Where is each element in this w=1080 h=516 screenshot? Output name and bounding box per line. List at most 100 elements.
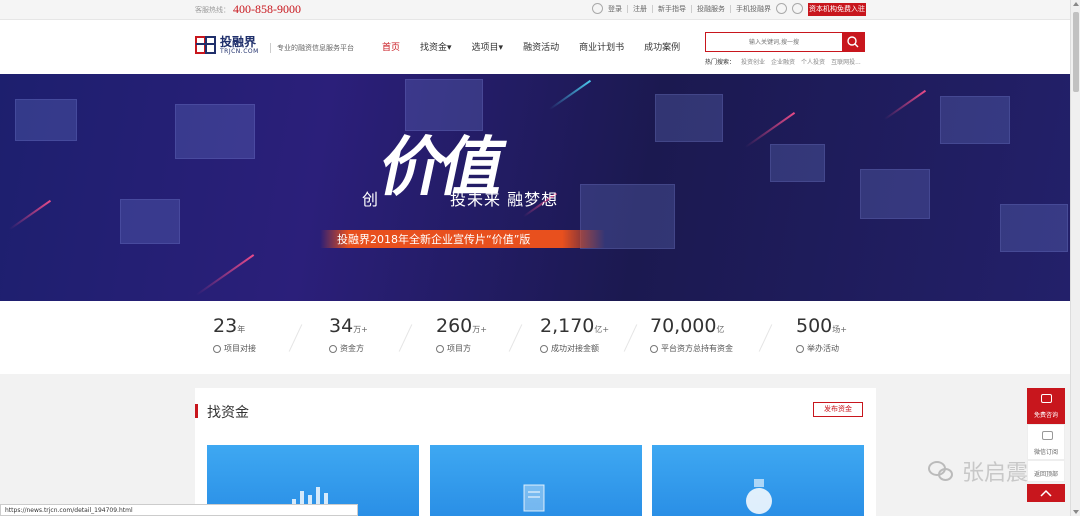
stat-label: 平台资方总持有资金	[661, 344, 733, 353]
video-thumbnail	[655, 94, 723, 142]
stat-icon	[436, 344, 444, 353]
fund-card[interactable]	[652, 445, 864, 516]
top-bar: 客服热线： 400-858-9000 登录 注册 新手指导 投融服务 手机投融界…	[0, 0, 1080, 20]
stat-number: 70,000	[650, 315, 717, 337]
video-thumbnail	[1000, 204, 1068, 252]
back-to-top-button[interactable]	[1027, 484, 1065, 502]
logo-mark-icon	[195, 36, 216, 54]
stat-icon	[650, 344, 658, 353]
light-streak	[744, 111, 796, 149]
watermark-text: 张启震	[962, 461, 1029, 486]
mobile-link[interactable]: 手机投融界	[736, 4, 771, 14]
search-input[interactable]	[706, 33, 842, 51]
stat-number: 23	[213, 315, 238, 337]
stat-item: 70,000亿 平台资方总持有资金	[650, 315, 770, 354]
stat-icon	[213, 344, 221, 353]
guide-link[interactable]: 新手指导	[658, 4, 686, 14]
stat-label: 成功对接金额	[551, 344, 599, 353]
stat-unit: 万+	[353, 325, 368, 334]
flag-icon	[796, 344, 804, 353]
side-float-panel: 免费咨询 微信订阅 返回顶部	[1027, 388, 1065, 502]
stat-label: 举办活动	[807, 344, 839, 353]
video-thumbnail	[120, 199, 180, 244]
service-link[interactable]: 投融服务	[697, 4, 725, 14]
wechat-logo-icon	[928, 459, 956, 483]
scroll-up-icon[interactable]	[1073, 2, 1079, 6]
scrollbar-thumb[interactable]	[1073, 12, 1079, 92]
stat-item: 260万+ 项目方	[436, 315, 556, 354]
stat-unit: 亿+	[594, 325, 610, 334]
chevron-up-icon	[1040, 489, 1052, 497]
stat-icon	[329, 344, 337, 353]
nav-find-funds[interactable]: 找资金▾	[420, 40, 452, 53]
back-top-label: 返回顶部	[1033, 471, 1058, 478]
nav-business-plan[interactable]: 商业计划书	[579, 40, 624, 53]
video-thumbnail	[940, 96, 1010, 144]
hot-label: 热门搜索：	[705, 59, 736, 66]
divider	[627, 4, 628, 13]
wechat-icon[interactable]	[792, 3, 803, 14]
publish-funds-button[interactable]: 发布资金	[813, 402, 863, 417]
stat-item: 23年 项目对接	[213, 315, 333, 354]
light-streak	[195, 254, 255, 296]
light-streak	[8, 199, 52, 231]
stat-unit: 万+	[472, 325, 487, 334]
vertical-scrollbar[interactable]	[1070, 0, 1080, 516]
hot-item[interactable]: 互联网投...	[831, 57, 861, 66]
video-thumbnail	[860, 169, 930, 219]
light-streak	[883, 89, 927, 121]
banner-ribbon-text: 投融界2018年全新企业宣传片“价值”版	[337, 233, 531, 246]
stat-label: 项目方	[447, 344, 471, 353]
stats-bar: 23年 项目对接 34万+ 资金方 260万+ 项目方 2,170亿+ 成功对接…	[0, 301, 1070, 374]
register-link[interactable]: 注册	[633, 4, 647, 14]
money-bag-icon	[746, 479, 772, 514]
back-top-label-box[interactable]: 返回顶部	[1027, 460, 1065, 482]
search-icon	[847, 36, 859, 48]
hot-item[interactable]: 投资创业	[741, 57, 765, 66]
free-consult-button[interactable]: 免费咨询	[1027, 388, 1065, 424]
main-nav: 首页 找资金▾ 选项目▾ 融资活动 商业计划书 成功案例	[382, 40, 700, 53]
nav-success-cases[interactable]: 成功案例	[644, 40, 680, 53]
logo-name: 投融界	[220, 34, 257, 49]
wechat-icon	[1042, 431, 1053, 440]
logo-domain: TRJCN.COM	[220, 47, 259, 55]
hot-item[interactable]: 个人投资	[801, 57, 825, 66]
stat-number: 260	[436, 315, 473, 337]
stat-number: 34	[329, 315, 354, 337]
fund-card[interactable]	[430, 445, 642, 516]
search-box	[705, 32, 865, 52]
light-streak	[548, 79, 592, 111]
section-title: 找资金	[207, 405, 249, 421]
nav-home[interactable]: 首页	[382, 40, 400, 53]
video-thumbnail	[175, 104, 255, 159]
stat-unit: 场+	[832, 325, 847, 334]
tagline: 专业的融资信息服务平台	[270, 43, 354, 53]
hotline-number[interactable]: 400-858-9000	[233, 2, 301, 17]
watermark: 张启震	[928, 455, 1028, 487]
banner-slogan: 投未来 融梦想	[450, 190, 559, 209]
section-accent	[195, 404, 198, 418]
nav-select-projects[interactable]: 选项目▾	[472, 40, 504, 53]
wechat-subscribe-button[interactable]: 微信订阅	[1027, 424, 1065, 460]
video-thumbnail	[15, 99, 77, 141]
stat-item: 34万+ 资金方	[329, 315, 449, 354]
search-button[interactable]	[842, 33, 864, 51]
hero-banner[interactable]: 创 价值 投未来 融梦想 投融界2018年全新企业宣传片“价值”版	[0, 74, 1070, 301]
scroll-down-icon[interactable]	[1073, 510, 1079, 514]
hot-searches: 热门搜索： 投资创业 企业融资 个人投资 互联网投...	[705, 57, 861, 66]
stat-icon	[540, 344, 548, 353]
weibo-icon[interactable]	[776, 3, 787, 14]
find-funds-section: 找资金 发布资金	[195, 388, 876, 516]
institution-enter-button[interactable]: 资本机构免费入驻	[808, 3, 866, 16]
wechat-subscribe-label: 微信订阅	[1033, 449, 1058, 456]
hot-item[interactable]: 企业融资	[771, 57, 795, 66]
logo[interactable]: 投融界 TRJCN.COM	[195, 35, 259, 55]
header: 投融界 TRJCN.COM 专业的融资信息服务平台 首页 找资金▾ 选项目▾ 融…	[0, 20, 1080, 74]
nav-financing-events[interactable]: 融资活动	[523, 40, 559, 53]
login-link[interactable]: 登录	[608, 4, 622, 14]
stat-number: 500	[796, 315, 833, 337]
stat-unit: 亿	[716, 325, 725, 334]
stat-number: 2,170	[540, 315, 595, 337]
divider	[652, 4, 653, 13]
banner-ribbon: 投融界2018年全新企业宣传片“价值”版	[320, 230, 605, 248]
